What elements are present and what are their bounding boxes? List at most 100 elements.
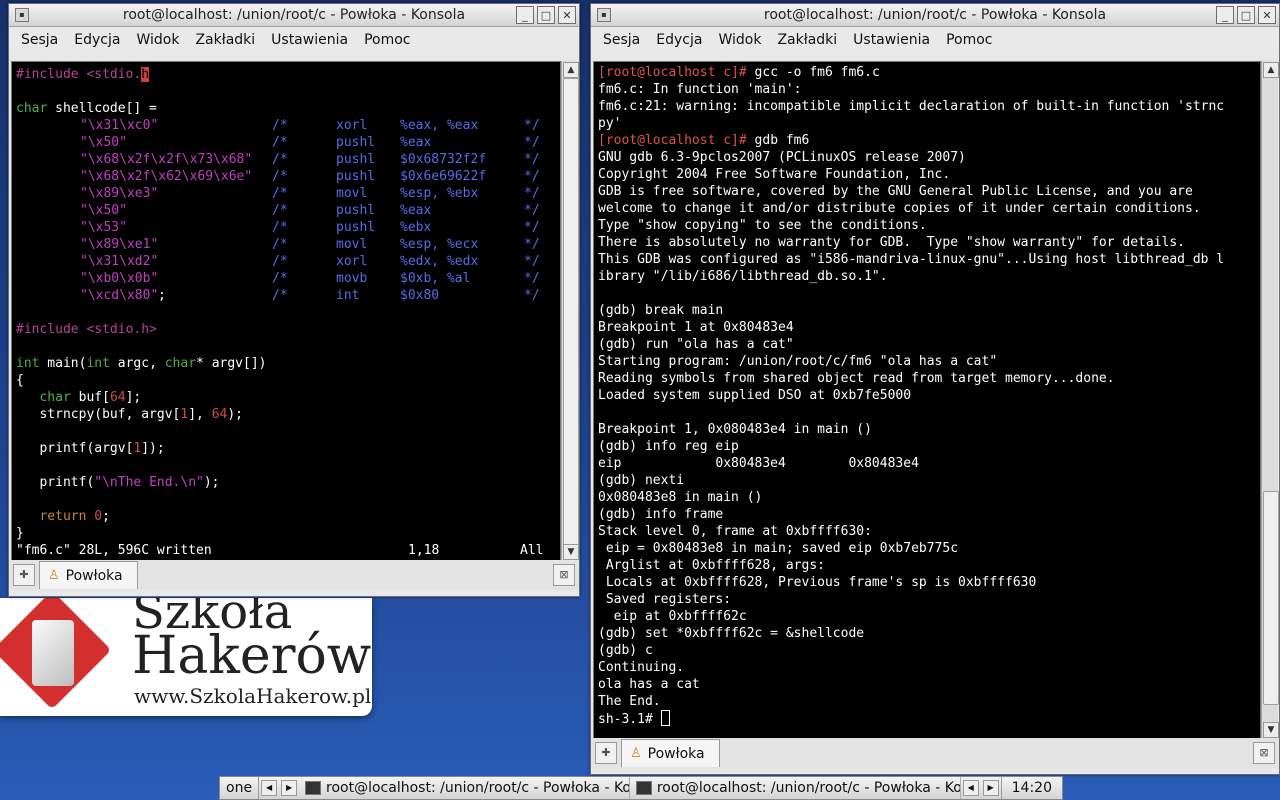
menu-edycja[interactable]: Edycja bbox=[66, 32, 128, 48]
scroll-up-icon[interactable]: ▲ bbox=[563, 62, 579, 78]
close-tab-icon[interactable]: ⊠ bbox=[1253, 742, 1275, 764]
maximize-icon[interactable]: □ bbox=[1237, 6, 1255, 24]
logo-line2: Hakerów bbox=[132, 626, 372, 686]
desktop-pager[interactable]: one bbox=[220, 777, 260, 799]
pager-right-icon[interactable]: ▶ bbox=[281, 780, 298, 796]
tab-powloka[interactable]: ♙ Powłoka bbox=[621, 739, 720, 767]
terminal-line: eip at 0xbffff62c bbox=[598, 609, 747, 624]
menu-zakladki[interactable]: Zakładki bbox=[769, 32, 845, 48]
terminal-line: The End. bbox=[598, 694, 661, 709]
terminal-line: (gdb) info frame bbox=[598, 507, 724, 522]
terminal-line: GDB is free software, covered by the GNU… bbox=[598, 184, 1193, 199]
code-line: #include <stdio.h> bbox=[16, 322, 157, 337]
terminal-scrollbar[interactable]: ▲ ▼ bbox=[561, 61, 579, 561]
terminal-vim[interactable]: #include <stdio.h char shellcode[] = "\x… bbox=[11, 61, 561, 565]
code-line: char buf[64]; bbox=[39, 390, 142, 405]
shell-icon: ♙ bbox=[630, 746, 642, 761]
minimize-icon[interactable]: _ bbox=[516, 6, 534, 24]
shellcode-line: "\x68\x2f\x2f\x73\x68"/* pushl $0x68732f2f… bbox=[80, 152, 540, 167]
terminal-line: Starting program: /union/root/c/fm6 "ola… bbox=[598, 354, 998, 369]
konsole-window-right: ▪ root@localhost: /union/root/c - Powłok… bbox=[590, 3, 1280, 775]
code-line: { bbox=[16, 373, 24, 388]
menu-pomoc[interactable]: Pomoc bbox=[938, 32, 1000, 48]
window-menu-icon[interactable]: ▪ bbox=[15, 8, 29, 22]
terminal-line: ibrary "/lib/i686/libthread_db.so.1". bbox=[598, 269, 888, 284]
code-line: #include <stdio.h bbox=[16, 67, 150, 82]
menu-widok[interactable]: Widok bbox=[710, 32, 769, 48]
scroll-down-icon[interactable]: ▼ bbox=[1263, 722, 1279, 738]
titlebar[interactable]: ▪ root@localhost: /union/root/c - Powłok… bbox=[591, 4, 1279, 27]
code-line: printf(argv[1]); bbox=[39, 441, 165, 456]
terminal-line: fm6.c: In function 'main': bbox=[598, 82, 802, 97]
terminal-icon bbox=[635, 781, 652, 795]
menubar: Sesja Edycja Widok Zakładki Ustawienia P… bbox=[9, 27, 579, 53]
terminal-line: Breakpoint 1 at 0x80483e4 bbox=[598, 320, 794, 335]
new-tab-icon[interactable]: ✚ bbox=[595, 742, 617, 764]
close-tab-icon[interactable]: ⊠ bbox=[553, 564, 575, 586]
close-icon[interactable]: ✕ bbox=[1258, 6, 1276, 24]
tab-powloka[interactable]: ♙ Powłoka bbox=[39, 561, 138, 589]
code-line: int main(int argc, char* argv[]) bbox=[16, 356, 267, 371]
terminal-line: welcome to change it and/or distribute c… bbox=[598, 201, 1201, 216]
titlebar[interactable]: ▪ root@localhost: /union/root/c - Powłok… bbox=[9, 4, 579, 27]
code-line: return 0; bbox=[39, 509, 110, 524]
menu-sesja[interactable]: Sesja bbox=[595, 32, 648, 48]
szkola-hakerow-logo: Szkoła Hakerów www.SzkolaHakerow.pl bbox=[0, 598, 372, 716]
shellcode-line: "\x31\xd2"/* xorl %edx, %edx */ bbox=[80, 254, 540, 269]
code-line: strncpy(buf, argv[1], 64); bbox=[39, 407, 243, 422]
terminal-line: py' bbox=[598, 116, 622, 131]
menu-edycja[interactable]: Edycja bbox=[648, 32, 710, 48]
close-icon[interactable]: ✕ bbox=[558, 6, 576, 24]
shell-prompt: [root@localhost c]# bbox=[598, 133, 747, 148]
terminal-line: There is absolutely no warranty for GDB.… bbox=[598, 235, 1185, 250]
taskbar-task-2[interactable]: root@localhost: /union/root/c - Powłoka … bbox=[630, 777, 961, 799]
menu-zakladki[interactable]: Zakładki bbox=[187, 32, 263, 48]
scroll-thumb[interactable] bbox=[1263, 491, 1279, 705]
terminal-line: eip = 0x80483e8 in main; saved eip 0xb7e… bbox=[598, 541, 959, 556]
shellcode-line: "\x89\xe1"/* movl %esp, %ecx */ bbox=[80, 237, 540, 252]
shellcode-line: "\xb0\x0b"/* movb $0xb, %al */ bbox=[80, 271, 540, 286]
taskbar-task-1[interactable]: root@localhost: /union/root/c - Powłoka … bbox=[299, 777, 630, 799]
menu-sesja[interactable]: Sesja bbox=[13, 32, 66, 48]
shellcode-line: "\xcd\x80";/* int $0x80 */ bbox=[80, 288, 540, 303]
window-title: root@localhost: /union/root/c - Powłoka … bbox=[763, 7, 1107, 23]
terminal-line: Loaded system supplied DSO at 0xb7fe5000 bbox=[598, 388, 912, 403]
terminal-cursor bbox=[660, 710, 670, 726]
terminal-line: Saved registers: bbox=[598, 592, 732, 607]
terminal-icon bbox=[305, 781, 322, 795]
shell-icon: ♙ bbox=[48, 568, 60, 583]
terminal-line: Arglist at 0xbffff628, args: bbox=[598, 558, 825, 573]
code-line: } bbox=[16, 526, 24, 541]
maximize-icon[interactable]: □ bbox=[537, 6, 555, 24]
menu-pomoc[interactable]: Pomoc bbox=[356, 32, 418, 48]
scroll-down-icon[interactable]: ▼ bbox=[563, 544, 579, 560]
shellcode-line: "\x50"/* pushl %eax */ bbox=[80, 203, 540, 218]
scroll-up-icon[interactable]: ▲ bbox=[1263, 62, 1279, 78]
terminal-line: GNU gdb 6.3-9pclos2007 (PCLinuxOS releas… bbox=[598, 150, 966, 165]
tasks-left-icon[interactable]: ◀ bbox=[962, 780, 979, 796]
new-tab-icon[interactable]: ✚ bbox=[13, 564, 35, 586]
menu-widok[interactable]: Widok bbox=[128, 32, 187, 48]
vim-cursor: h bbox=[141, 67, 150, 82]
window-menu-icon[interactable]: ▪ bbox=[597, 8, 611, 22]
shellcode-line: "\x31\xc0"/* xorl %eax, %eax */ bbox=[80, 118, 540, 133]
terminal-line: (gdb) set *0xbffff62c = &shellcode bbox=[598, 626, 865, 641]
terminal-line: Breakpoint 1, 0x080483e4 in main () bbox=[598, 422, 872, 437]
scroll-thumb[interactable] bbox=[563, 78, 579, 546]
vim-status-scroll: All bbox=[520, 543, 544, 558]
shellcode-line: "\x50"/* pushl %eax */ bbox=[80, 135, 540, 150]
terminal-gdb[interactable]: [root@localhost c]# gcc -o fm6 fm6.c fm6.… bbox=[593, 61, 1261, 741]
logo-url: www.SzkolaHakerow.pl bbox=[134, 684, 372, 708]
menu-ustawienia[interactable]: Ustawienia bbox=[263, 32, 356, 48]
minimize-icon[interactable]: _ bbox=[1216, 6, 1234, 24]
tasks-right-icon[interactable]: ▶ bbox=[982, 780, 999, 796]
terminal-scrollbar[interactable]: ▲ ▼ bbox=[1261, 61, 1279, 739]
pager-left-icon[interactable]: ◀ bbox=[261, 780, 278, 796]
terminal-line: [root@localhost c]# gcc -o fm6 fm6.c bbox=[598, 65, 880, 80]
menu-ustawienia[interactable]: Ustawienia bbox=[845, 32, 938, 48]
